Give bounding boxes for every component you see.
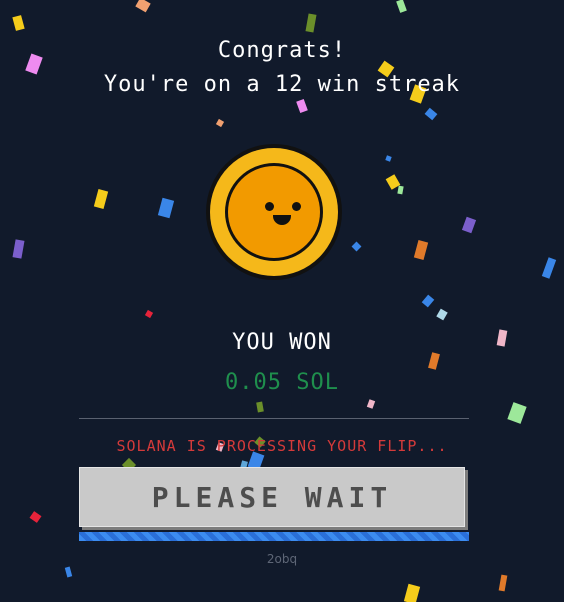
confetti-piece (366, 399, 376, 409)
confetti-piece (296, 98, 308, 114)
confetti-piece (351, 241, 362, 252)
confetti-piece (157, 197, 175, 219)
confetti-piece (403, 583, 421, 602)
confetti-piece (498, 574, 508, 592)
confetti-piece (424, 107, 438, 121)
confetti-piece (385, 155, 392, 162)
confetti-piece (436, 308, 448, 321)
confetti-piece (256, 401, 264, 413)
confetti-piece (64, 566, 73, 578)
confetti-piece (461, 216, 477, 234)
confetti-piece (12, 239, 25, 259)
please-wait-button[interactable]: PLEASE WAIT (79, 467, 465, 527)
confetti-piece (541, 257, 557, 279)
confetti-piece (144, 309, 154, 319)
processing-status: SOLANA IS PROCESSING YOUR FLIP... (116, 437, 448, 455)
smiley-coin-icon (206, 144, 342, 280)
celebration-screen: Congrats! You're on a 12 win streak YOU … (0, 0, 564, 602)
confetti-piece (215, 118, 225, 128)
confetti-piece (396, 0, 407, 13)
confetti-piece (397, 185, 404, 195)
coin-smile (273, 215, 291, 225)
won-amount: 0.05 SOL (225, 370, 339, 395)
congrats-heading: Congrats! (217, 38, 347, 63)
confetti-piece (413, 240, 429, 260)
divider (79, 418, 469, 419)
coin-face (228, 166, 320, 258)
confetti-piece (305, 13, 317, 33)
win-streak-text: You're on a 12 win streak (103, 72, 461, 97)
confetti-piece (135, 0, 151, 13)
confetti-piece (12, 15, 25, 31)
coin-left-eye (265, 202, 274, 211)
confetti-piece (93, 189, 109, 209)
confetti-piece (507, 402, 527, 424)
confetti-piece (29, 511, 42, 523)
footer-id: 2obq (266, 552, 298, 566)
progress-bar (79, 532, 469, 541)
confetti-piece (421, 294, 435, 308)
result-label: YOU WON (232, 330, 332, 355)
coin-right-eye (292, 202, 301, 211)
coin-rim (210, 148, 338, 276)
